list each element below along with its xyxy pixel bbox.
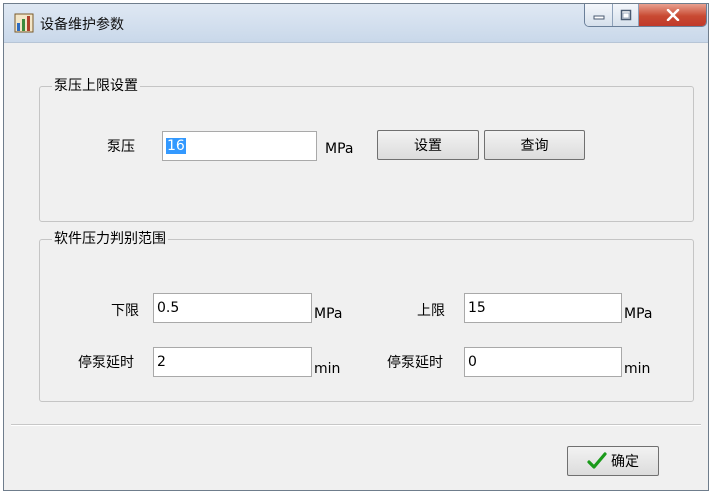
maximize-button[interactable] — [613, 4, 639, 26]
pump-limit-group-title: 泵压上限设置 — [52, 77, 140, 95]
stop-delay-input-2[interactable]: 0 — [464, 347, 622, 377]
close-button[interactable] — [639, 4, 706, 26]
pump-pressure-label: 泵压 — [107, 139, 135, 155]
footer-divider — [11, 424, 701, 426]
set-button[interactable]: 设置 — [377, 130, 479, 160]
close-icon — [666, 9, 679, 21]
stop-delay-label-1: 停泵延时 — [78, 355, 134, 371]
pump-pressure-input[interactable]: 16 — [162, 131, 317, 161]
lower-limit-input[interactable]: 0.5 — [153, 293, 312, 323]
title-bar[interactable]: 设备维护参数 — [4, 4, 708, 43]
upper-limit-unit: MPa — [624, 306, 653, 322]
upper-limit-input[interactable]: 15 — [464, 293, 622, 323]
ok-button[interactable]: 确定 — [567, 446, 659, 476]
query-button[interactable]: 查询 — [484, 130, 585, 160]
minimize-button[interactable] — [585, 4, 613, 26]
equipment-chart-icon — [14, 13, 34, 33]
minimize-icon — [593, 15, 604, 20]
upper-limit-label: 上限 — [417, 303, 445, 319]
pump-limit-group: 泵压上限设置 — [39, 77, 694, 222]
pressure-range-group-title: 软件压力判别范围 — [52, 230, 168, 248]
stop-delay-label-2: 停泵延时 — [387, 355, 443, 371]
window-controls — [584, 4, 707, 27]
stop-delay-unit-2: min — [624, 361, 651, 377]
stop-delay-input-1[interactable]: 2 — [153, 347, 312, 377]
settings-dialog: 设备维护参数 泵压上限设置 泵压 16 MPa 设置 查询 软件压力判别范围 下… — [3, 3, 709, 491]
ok-button-label: 确定 — [611, 454, 639, 470]
lower-limit-label: 下限 — [111, 303, 139, 319]
pump-pressure-value: 16 — [166, 138, 186, 154]
lower-limit-unit: MPa — [314, 306, 343, 322]
checkmark-icon — [587, 452, 607, 469]
window-title: 设备维护参数 — [40, 17, 124, 33]
pump-pressure-unit: MPa — [325, 141, 354, 157]
maximize-icon — [620, 9, 631, 21]
stop-delay-unit-1: min — [314, 361, 341, 377]
